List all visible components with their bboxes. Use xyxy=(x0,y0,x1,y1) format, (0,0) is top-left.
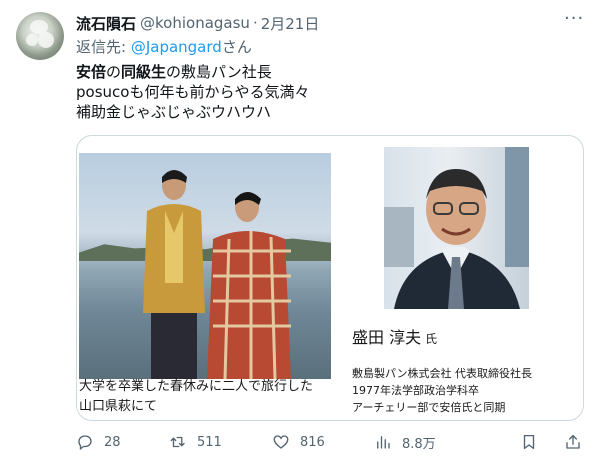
keyword-classmate: 同級生 xyxy=(121,63,167,81)
reply-suffix: さん xyxy=(221,38,252,56)
portrait-figure xyxy=(394,169,520,309)
reply-to-line: 返信先: @Japangardさん xyxy=(76,36,252,57)
tweet-header: 流石隕石 @kohionagasu · 2月21日 xyxy=(76,12,319,34)
tweet-line-1: 安倍の同級生の敷島パン社長 xyxy=(76,63,272,81)
tweet-line-3: 補助金じゃぶじゃぶウハウハ xyxy=(76,103,272,121)
retweet-icon xyxy=(170,436,185,448)
reply-button[interactable]: 28 xyxy=(76,430,121,454)
views-count: 8.8万 xyxy=(402,436,436,452)
share-icon xyxy=(566,434,580,449)
views-button[interactable]: 8.8万 xyxy=(374,430,436,454)
reply-count: 28 xyxy=(104,434,121,450)
reply-icon xyxy=(78,435,92,451)
separator-dot: · xyxy=(252,14,258,32)
tweet-text: 安倍の同級生の敷島パン社長 posucoも何年も前からやる気満々 補助金じゃぶじ… xyxy=(76,62,309,122)
bookmark-icon xyxy=(523,434,535,450)
tweet[interactable]: 流石隕石 @kohionagasu · 2月21日 ··· 返信先: @Japa… xyxy=(0,0,598,464)
reply-mention-link[interactable]: @Japangard xyxy=(131,38,222,56)
like-count: 816 xyxy=(300,434,325,450)
author-name[interactable]: 流石隕石 xyxy=(76,13,136,34)
left-photo-caption: 大学を卒業した春休みに二人で旅行した 山口県萩にて xyxy=(79,379,314,414)
portrait-description: 敷島製パン株式会社 代表取締役社長 1977年法学部政治学科卒 アーチェリー部で… xyxy=(352,367,533,414)
like-button[interactable]: 816 xyxy=(272,430,325,454)
views-icon xyxy=(377,436,390,449)
share-button[interactable] xyxy=(564,430,582,454)
photo-two-men-at-sea xyxy=(79,153,331,379)
portrait-name: 盛田 淳夫氏 xyxy=(352,328,438,347)
tweet-date[interactable]: 2月21日 xyxy=(261,13,320,34)
person-right-figure xyxy=(207,192,291,379)
retweet-count: 511 xyxy=(197,434,222,450)
keyword-abe: 安倍 xyxy=(76,63,107,81)
author-handle[interactable]: @kohionagasu xyxy=(140,14,250,32)
reply-prefix: 返信先: xyxy=(76,38,131,56)
tweet-line-2: posucoも何年も前からやる気満々 xyxy=(76,83,310,101)
heart-icon xyxy=(273,435,289,449)
media-card[interactable]: 大学を卒業した春休みに二人で旅行した 山口県萩にて 盛田 淳夫氏 敷島製パン株式… xyxy=(76,135,584,421)
portrait-photo xyxy=(384,147,529,309)
more-options-icon[interactable]: ··· xyxy=(564,10,584,34)
bookmark-button[interactable] xyxy=(520,430,538,454)
action-bar: 28 511 816 8.8万 xyxy=(76,430,584,454)
retweet-button[interactable]: 511 xyxy=(169,430,222,454)
avatar[interactable] xyxy=(16,12,64,60)
